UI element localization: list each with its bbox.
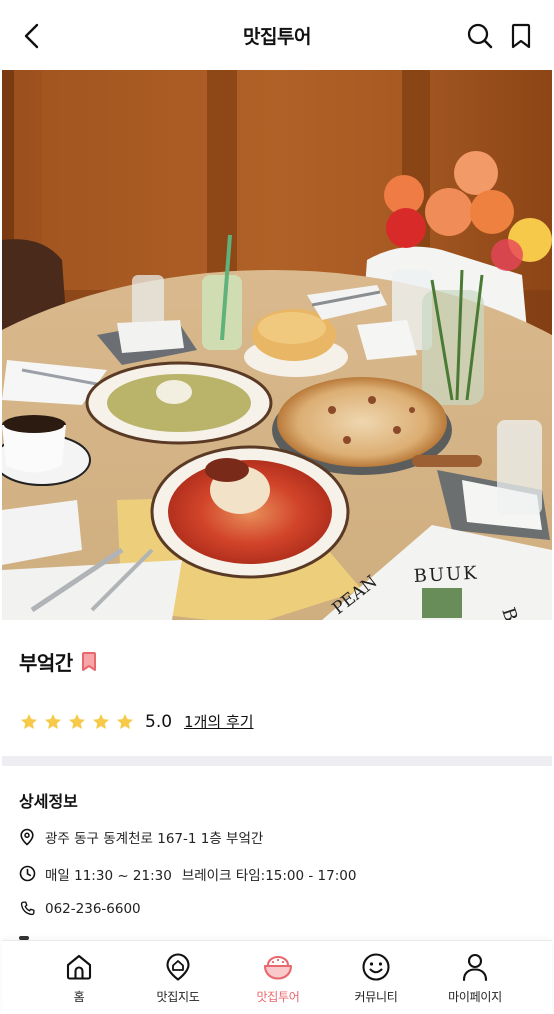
tab-map[interactable]: 맛집지도	[128, 951, 228, 1011]
star-icon	[91, 712, 111, 732]
location-pin-icon	[19, 828, 37, 846]
app-screen: 맛집투어 BUUK PEAN 부엌간 5.0 1개의 후기 상세정보 광주 동구…	[0, 0, 554, 1014]
phone-icon	[19, 900, 37, 918]
bookmark-button[interactable]	[503, 18, 539, 54]
tab-mypage[interactable]: 마이페이지	[425, 951, 525, 1011]
restaurant-info: 부엌간 5.0 1개의 후기	[2, 620, 552, 756]
star-icon	[19, 712, 39, 732]
bottom-navigation: 홈 맛집지도 맛집투어 커뮤니티 마이페이지	[2, 940, 552, 1014]
restaurant-photo: BUUK PEAN BS	[2, 70, 552, 620]
bookmarked-icon[interactable]	[81, 651, 97, 673]
address-row: 광주 동구 동계천로 167-1 1층 부엌간	[19, 827, 263, 847]
rating-row: 5.0 1개의 후기	[19, 711, 254, 732]
star-icon	[115, 712, 135, 732]
tab-map-label: 맛집지도	[156, 990, 200, 1004]
tab-community-label: 커뮤니티	[354, 990, 398, 1004]
details-section: 상세정보 광주 동구 동계천로 167-1 1층 부엌간 매일 11:30 ~ …	[2, 766, 552, 940]
star-icon	[43, 712, 63, 732]
phone-text: 062-236-6600	[45, 901, 141, 917]
star-icon	[67, 712, 87, 732]
user-icon	[459, 951, 491, 983]
rice-bowl-icon	[262, 951, 294, 983]
star-rating	[19, 712, 135, 732]
search-button[interactable]	[462, 18, 498, 54]
hours-row: 매일 11:30 ~ 21:30 브레이크 타임:15:00 - 17:00	[19, 864, 356, 884]
home-icon	[63, 951, 95, 983]
review-count-link[interactable]: 1개의 후기	[184, 711, 254, 732]
tab-community[interactable]: 커뮤니티	[326, 951, 426, 1011]
bookmark-icon	[511, 23, 531, 49]
newspaper-headline: BUUK	[413, 563, 479, 587]
tab-food-tour[interactable]: 맛집투어	[228, 951, 328, 1011]
section-divider	[2, 756, 552, 766]
address-text: 광주 동구 동계천로 167-1 1층 부엌간	[45, 831, 264, 847]
restaurant-name: 부엌간	[19, 651, 73, 675]
tab-home[interactable]: 홈	[29, 951, 129, 1011]
search-icon	[467, 23, 493, 49]
break-time-text: 브레이크 타임:15:00 - 17:00	[181, 868, 357, 884]
phone-row[interactable]: 062-236-6600	[19, 900, 141, 918]
clock-icon	[19, 865, 37, 883]
map-pin-icon	[162, 951, 194, 983]
top-app-bar: 맛집투어	[0, 0, 554, 70]
details-title: 상세정보	[19, 792, 78, 811]
restaurant-name-row: 부엌간	[19, 647, 97, 676]
rating-score: 5.0	[145, 711, 173, 732]
tab-food-tour-label: 맛집투어	[256, 990, 300, 1004]
tab-mypage-label: 마이페이지	[448, 990, 502, 1004]
hours-text: 매일 11:30 ~ 21:30	[45, 868, 172, 884]
tab-home-label: 홈	[73, 990, 85, 1004]
smile-icon	[360, 951, 392, 983]
